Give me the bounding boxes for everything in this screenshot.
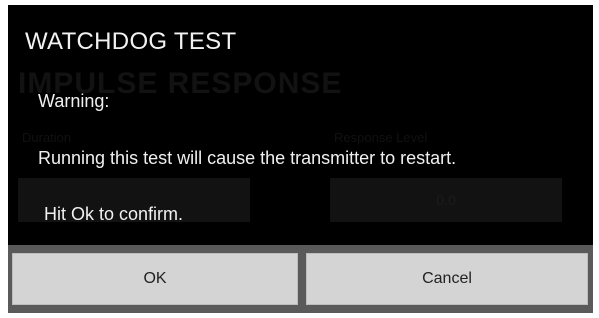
dialog-message: Running this test will cause the transmi… (38, 148, 457, 168)
ok-button[interactable]: OK (12, 253, 298, 305)
cancel-button[interactable]: Cancel (306, 253, 588, 305)
dialog-warning-label: Warning: (38, 91, 110, 111)
background-right-label: Response Level (334, 130, 428, 145)
background-right-field-value: 0.0 (436, 192, 456, 208)
dialog-confirm-text: Hit Ok to confirm. (44, 204, 184, 224)
dialog-button-bar: OK Cancel (8, 245, 593, 313)
dialog-title: WATCHDOG TEST (25, 28, 237, 55)
background-left-label: Duration (22, 130, 72, 145)
background-right-field: 0.0 (330, 178, 562, 222)
app-screen: IMPULSE RESPONSE Duration Response Level… (8, 5, 593, 313)
